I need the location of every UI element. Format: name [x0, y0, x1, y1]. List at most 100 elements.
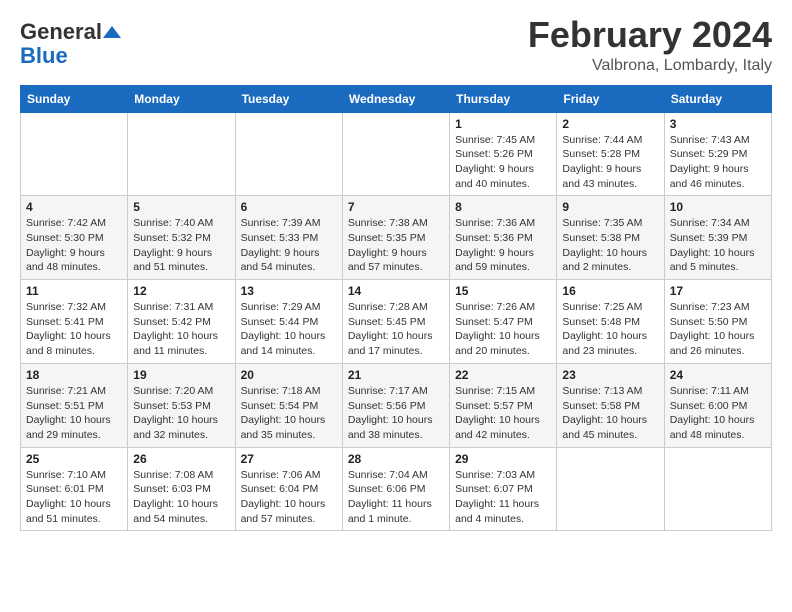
day-number: 26	[133, 452, 229, 466]
day-number: 8	[455, 200, 551, 214]
day-number: 15	[455, 284, 551, 298]
day-number: 27	[241, 452, 337, 466]
logo-text: General	[20, 20, 102, 44]
day-info: Sunrise: 7:15 AM Sunset: 5:57 PM Dayligh…	[455, 384, 551, 443]
calendar-cell: 13Sunrise: 7:29 AM Sunset: 5:44 PM Dayli…	[235, 280, 342, 364]
day-number: 17	[670, 284, 766, 298]
weekday-header-row: SundayMondayTuesdayWednesdayThursdayFrid…	[21, 85, 772, 112]
day-info: Sunrise: 7:18 AM Sunset: 5:54 PM Dayligh…	[241, 384, 337, 443]
day-number: 25	[26, 452, 122, 466]
day-number: 1	[455, 117, 551, 131]
day-info: Sunrise: 7:31 AM Sunset: 5:42 PM Dayligh…	[133, 300, 229, 359]
calendar-cell: 28 Sunrise: 7:04 AM Sunset: 6:06 PM Dayli…	[342, 447, 449, 531]
calendar-cell	[21, 112, 128, 196]
weekday-header-monday: Monday	[128, 85, 235, 112]
calendar-cell: 12 Sunrise: 7:31 AM Sunset: 5:42 PM Dayli…	[128, 280, 235, 364]
day-info: Sunrise: 7:04 AM Sunset: 6:06 PM Dayligh…	[348, 468, 444, 527]
calendar-cell	[664, 447, 771, 531]
calendar-cell: 11 Sunrise: 7:32 AM Sunset: 5:41 PM Dayli…	[21, 280, 128, 364]
calendar-cell: 9 Sunrise: 7:35 AM Sunset: 5:38 PM Daylig…	[557, 196, 664, 280]
day-number: 19	[133, 368, 229, 382]
day-number: 5	[133, 200, 229, 214]
calendar-cell: 17 Sunrise: 7:23 AM Sunset: 5:50 PM Dayli…	[664, 280, 771, 364]
day-number: 13	[241, 284, 337, 298]
logo-icon	[103, 23, 121, 41]
day-info: Sunrise: 7:21 AM Sunset: 5:51 PM Dayligh…	[26, 384, 122, 443]
day-info: Sunrise: 7:17 AM Sunset: 5:56 PM Dayligh…	[348, 384, 444, 443]
calendar-cell: 18Sunrise: 7:21 AM Sunset: 5:51 PM Dayli…	[21, 363, 128, 447]
day-info: Sunrise: 7:45 AM Sunset: 5:26 PM Dayligh…	[455, 133, 551, 192]
calendar-cell: 10 Sunrise: 7:34 AM Sunset: 5:39 PM Dayli…	[664, 196, 771, 280]
calendar-cell: 22Sunrise: 7:15 AM Sunset: 5:57 PM Dayli…	[450, 363, 557, 447]
calendar-cell: 19 Sunrise: 7:20 AM Sunset: 5:53 PM Dayli…	[128, 363, 235, 447]
weekday-header-thursday: Thursday	[450, 85, 557, 112]
calendar-table: SundayMondayTuesdayWednesdayThursdayFrid…	[20, 85, 772, 532]
calendar-cell: 24 Sunrise: 7:11 AM Sunset: 6:00 PM Dayli…	[664, 363, 771, 447]
weekday-header-wednesday: Wednesday	[342, 85, 449, 112]
day-info: Sunrise: 7:10 AM Sunset: 6:01 PM Dayligh…	[26, 468, 122, 527]
day-info: Sunrise: 7:40 AM Sunset: 5:32 PM Dayligh…	[133, 216, 229, 275]
calendar-cell	[128, 112, 235, 196]
day-number: 6	[241, 200, 337, 214]
page-header: General Blue February 2024 Valbrona, Lom…	[20, 15, 772, 75]
day-info: Sunrise: 7:20 AM Sunset: 5:53 PM Dayligh…	[133, 384, 229, 443]
day-number: 2	[562, 117, 658, 131]
day-number: 11	[26, 284, 122, 298]
weekday-header-saturday: Saturday	[664, 85, 771, 112]
day-info: Sunrise: 7:25 AM Sunset: 5:48 PM Dayligh…	[562, 300, 658, 359]
calendar-cell: 8 Sunrise: 7:36 AM Sunset: 5:36 PM Daylig…	[450, 196, 557, 280]
day-info: Sunrise: 7:42 AM Sunset: 5:30 PM Dayligh…	[26, 216, 122, 275]
calendar-cell: 15 Sunrise: 7:26 AM Sunset: 5:47 PM Dayli…	[450, 280, 557, 364]
calendar-cell: 26 Sunrise: 7:08 AM Sunset: 6:03 PM Dayli…	[128, 447, 235, 531]
weekday-header-friday: Friday	[557, 85, 664, 112]
day-number: 3	[670, 117, 766, 131]
day-info: Sunrise: 7:06 AM Sunset: 6:04 PM Dayligh…	[241, 468, 337, 527]
day-info: Sunrise: 7:11 AM Sunset: 6:00 PM Dayligh…	[670, 384, 766, 443]
calendar-cell	[235, 112, 342, 196]
day-info: Sunrise: 7:13 AM Sunset: 5:58 PM Dayligh…	[562, 384, 658, 443]
day-info: Sunrise: 7:35 AM Sunset: 5:38 PM Dayligh…	[562, 216, 658, 275]
day-number: 21	[348, 368, 444, 382]
calendar-cell: 16 Sunrise: 7:25 AM Sunset: 5:48 PM Dayli…	[557, 280, 664, 364]
day-number: 9	[562, 200, 658, 214]
calendar-body: 1 Sunrise: 7:45 AM Sunset: 5:26 PM Daylig…	[21, 112, 772, 531]
calendar-cell: 27 Sunrise: 7:06 AM Sunset: 6:04 PM Dayli…	[235, 447, 342, 531]
calendar-row-2: 11 Sunrise: 7:32 AM Sunset: 5:41 PM Dayli…	[21, 280, 772, 364]
calendar-cell: 4Sunrise: 7:42 AM Sunset: 5:30 PM Daylig…	[21, 196, 128, 280]
month-title: February 2024	[528, 15, 772, 55]
calendar-cell: 21 Sunrise: 7:17 AM Sunset: 5:56 PM Dayli…	[342, 363, 449, 447]
calendar-row-0: 1 Sunrise: 7:45 AM Sunset: 5:26 PM Daylig…	[21, 112, 772, 196]
day-number: 20	[241, 368, 337, 382]
day-info: Sunrise: 7:39 AM Sunset: 5:33 PM Dayligh…	[241, 216, 337, 275]
calendar-cell: 25 Sunrise: 7:10 AM Sunset: 6:01 PM Dayli…	[21, 447, 128, 531]
day-number: 7	[348, 200, 444, 214]
day-info: Sunrise: 7:28 AM Sunset: 5:45 PM Dayligh…	[348, 300, 444, 359]
day-info: Sunrise: 7:32 AM Sunset: 5:41 PM Dayligh…	[26, 300, 122, 359]
day-number: 10	[670, 200, 766, 214]
day-number: 12	[133, 284, 229, 298]
calendar-cell: 7 Sunrise: 7:38 AM Sunset: 5:35 PM Daylig…	[342, 196, 449, 280]
calendar-cell	[557, 447, 664, 531]
day-info: Sunrise: 7:26 AM Sunset: 5:47 PM Dayligh…	[455, 300, 551, 359]
day-info: Sunrise: 7:23 AM Sunset: 5:50 PM Dayligh…	[670, 300, 766, 359]
calendar-cell: 5 Sunrise: 7:40 AM Sunset: 5:32 PM Daylig…	[128, 196, 235, 280]
day-number: 14	[348, 284, 444, 298]
calendar-row-1: 4Sunrise: 7:42 AM Sunset: 5:30 PM Daylig…	[21, 196, 772, 280]
calendar-row-4: 25 Sunrise: 7:10 AM Sunset: 6:01 PM Dayli…	[21, 447, 772, 531]
calendar-cell: 3 Sunrise: 7:43 AM Sunset: 5:29 PM Daylig…	[664, 112, 771, 196]
calendar-cell: 6 Sunrise: 7:39 AM Sunset: 5:33 PM Daylig…	[235, 196, 342, 280]
day-info: Sunrise: 7:36 AM Sunset: 5:36 PM Dayligh…	[455, 216, 551, 275]
day-number: 28	[348, 452, 444, 466]
location-title: Valbrona, Lombardy, Italy	[528, 57, 772, 75]
day-info: Sunrise: 7:08 AM Sunset: 6:03 PM Dayligh…	[133, 468, 229, 527]
day-number: 16	[562, 284, 658, 298]
day-number: 23	[562, 368, 658, 382]
logo-blue: Blue	[20, 44, 121, 68]
calendar-cell	[342, 112, 449, 196]
day-info: Sunrise: 7:43 AM Sunset: 5:29 PM Dayligh…	[670, 133, 766, 192]
day-info: Sunrise: 7:38 AM Sunset: 5:35 PM Dayligh…	[348, 216, 444, 275]
day-number: 24	[670, 368, 766, 382]
calendar-cell: 14 Sunrise: 7:28 AM Sunset: 5:45 PM Dayli…	[342, 280, 449, 364]
day-info: Sunrise: 7:03 AM Sunset: 6:07 PM Dayligh…	[455, 468, 551, 527]
day-info: Sunrise: 7:34 AM Sunset: 5:39 PM Dayligh…	[670, 216, 766, 275]
